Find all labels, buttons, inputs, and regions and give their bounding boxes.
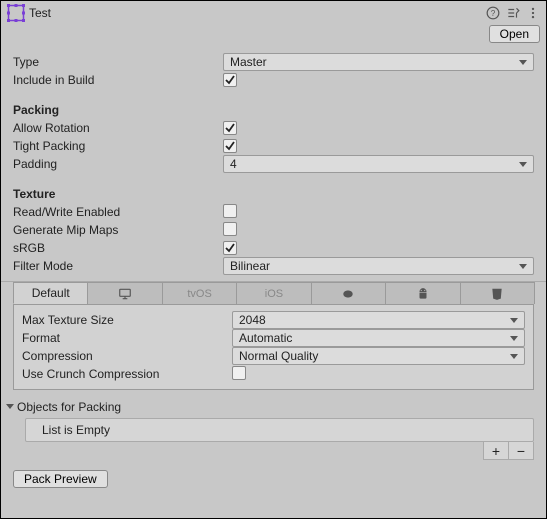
crunch-checkbox[interactable] <box>232 366 246 380</box>
lumin-icon <box>341 287 355 301</box>
padding-dropdown[interactable]: 4 <box>223 155 534 173</box>
rw-checkbox[interactable] <box>223 204 237 218</box>
android-icon <box>416 287 430 301</box>
format-label: Format <box>22 331 232 345</box>
compression-label: Compression <box>22 349 232 363</box>
help-icon[interactable]: ? <box>486 6 500 20</box>
max-size-dropdown[interactable]: 2048 <box>232 311 525 329</box>
html5-icon <box>490 287 504 301</box>
objects-list-empty: List is Empty <box>25 418 534 442</box>
include-label: Include in Build <box>13 73 223 87</box>
filter-dropdown[interactable]: Bilinear <box>223 257 534 275</box>
foldout-arrow-icon <box>5 402 15 412</box>
objects-title: Objects for Packing <box>17 400 121 414</box>
inspector-header: Test ? <box>1 1 546 25</box>
list-add-button[interactable]: + <box>483 442 509 460</box>
crunch-label: Use Crunch Compression <box>22 367 232 381</box>
srgb-checkbox[interactable] <box>223 241 237 255</box>
packing-title: Packing <box>1 99 546 119</box>
svg-text:?: ? <box>491 9 496 18</box>
tight-packing-label: Tight Packing <box>13 139 223 153</box>
tab-tvos[interactable]: tvOS <box>162 282 237 304</box>
objects-foldout[interactable]: Objects for Packing <box>1 396 546 418</box>
sprite-atlas-icon <box>7 4 25 22</box>
mip-label: Generate Mip Maps <box>13 223 223 237</box>
type-label: Type <box>13 55 223 69</box>
srgb-label: sRGB <box>13 241 223 255</box>
tab-ios[interactable]: iOS <box>236 282 311 304</box>
max-size-label: Max Texture Size <box>22 313 232 327</box>
type-dropdown[interactable]: Master <box>223 53 534 71</box>
tab-webgl[interactable] <box>460 282 535 304</box>
padding-label: Padding <box>13 157 223 171</box>
format-dropdown[interactable]: Automatic <box>232 329 525 347</box>
menu-icon[interactable] <box>526 6 540 20</box>
include-checkbox[interactable] <box>223 73 237 87</box>
tight-packing-checkbox[interactable] <box>223 139 237 153</box>
filter-label: Filter Mode <box>13 259 223 273</box>
asset-title: Test <box>29 6 486 20</box>
texture-title: Texture <box>1 183 546 203</box>
monitor-icon <box>118 287 132 301</box>
allow-rotation-checkbox[interactable] <box>223 121 237 135</box>
preset-icon[interactable] <box>506 6 520 20</box>
tab-lumin[interactable] <box>311 282 386 304</box>
mip-checkbox[interactable] <box>223 222 237 236</box>
platform-tabs: Default tvOS iOS <box>13 282 534 305</box>
platform-settings: Max Texture Size 2048 Format Automatic C… <box>13 305 534 390</box>
list-remove-button[interactable]: − <box>508 442 534 460</box>
tab-android[interactable] <box>385 282 460 304</box>
tab-standalone[interactable] <box>87 282 162 304</box>
compression-dropdown[interactable]: Normal Quality <box>232 347 525 365</box>
tab-default[interactable]: Default <box>13 282 88 304</box>
pack-preview-button[interactable]: Pack Preview <box>13 470 108 488</box>
rw-label: Read/Write Enabled <box>13 205 223 219</box>
open-button[interactable]: Open <box>489 25 540 43</box>
allow-rotation-label: Allow Rotation <box>13 121 223 135</box>
